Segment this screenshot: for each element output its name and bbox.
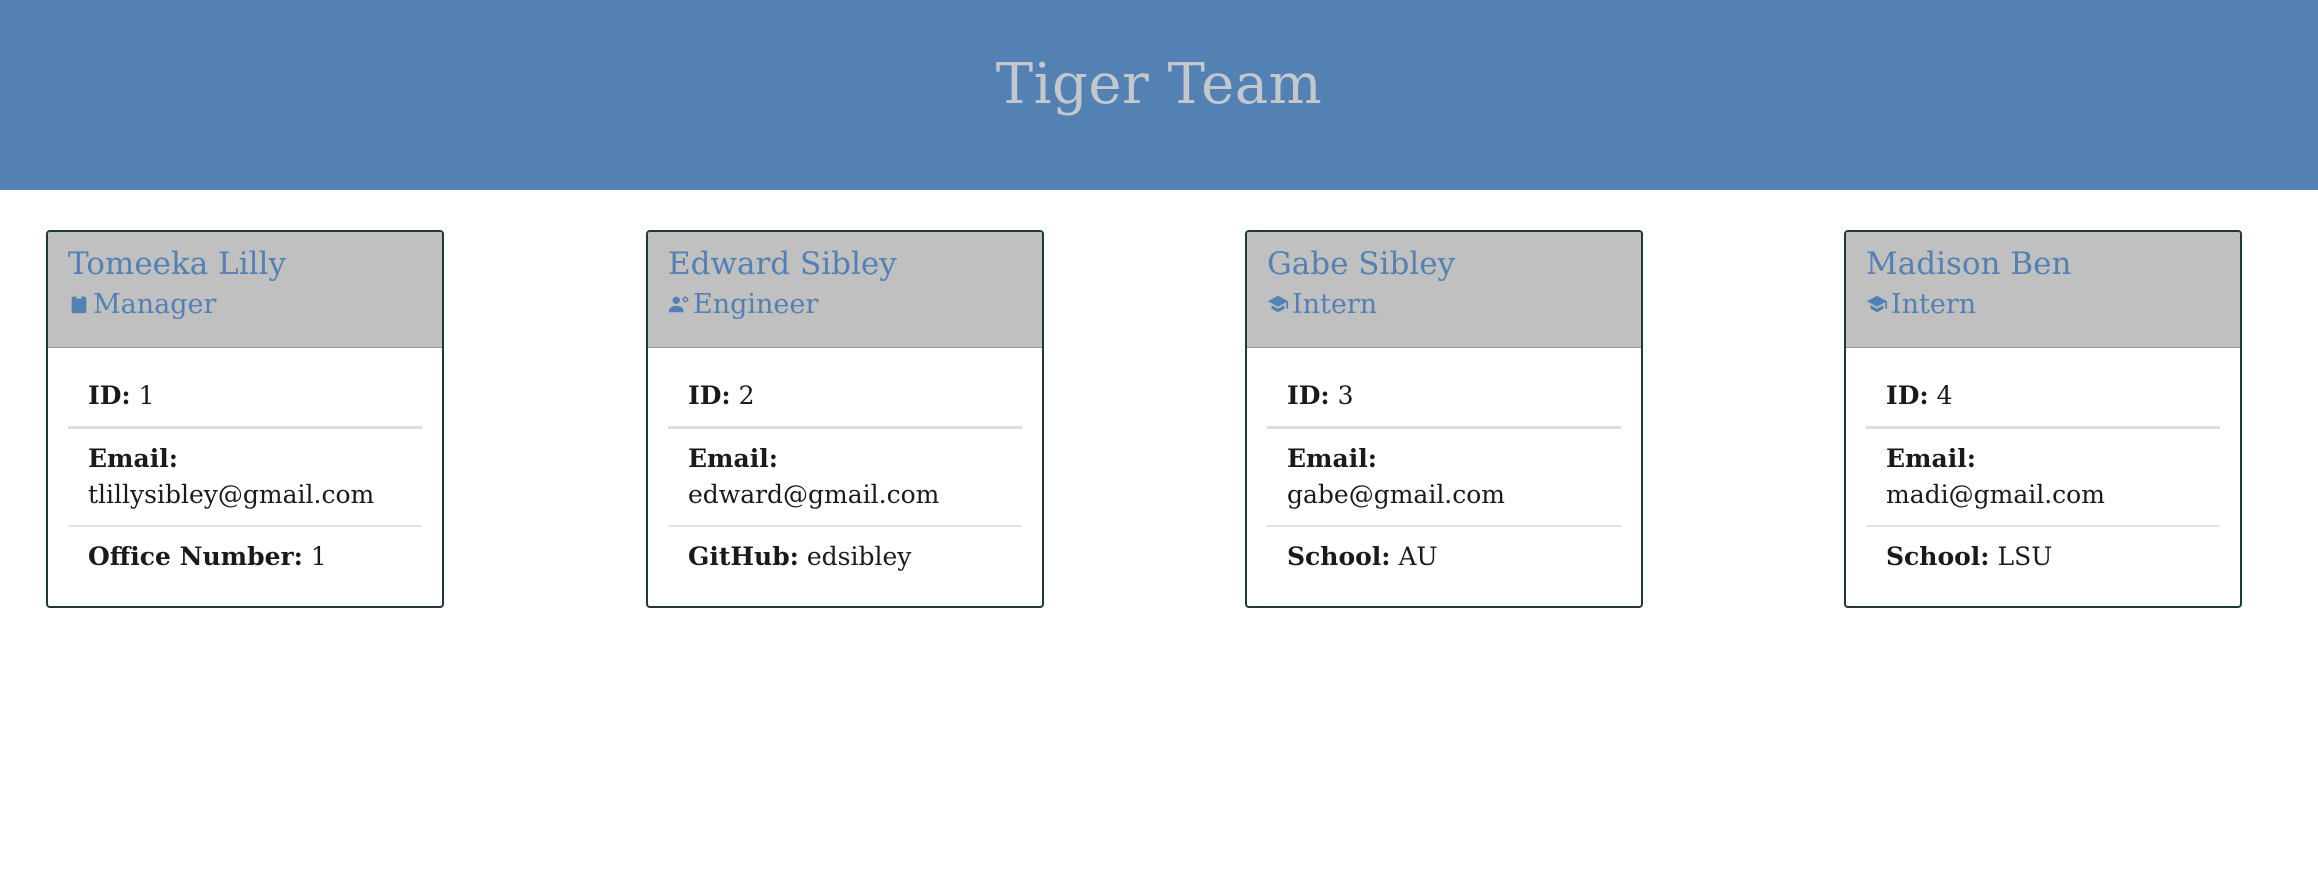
email-label: Email: — [1886, 444, 1976, 473]
card-body: ID: 2 Email: edward@gmail.com GitHub: ed… — [648, 348, 1042, 587]
email-row: Email: tlillysibley@gmail.com — [68, 429, 422, 527]
clipboard-icon — [68, 293, 92, 317]
email-label: Email: — [88, 444, 178, 473]
employee-name: Gabe Sibley — [1267, 246, 1456, 282]
id-label: ID: — [1886, 381, 1929, 410]
graduation-cap-icon — [1267, 293, 1291, 317]
id-value: 4 — [1936, 381, 1953, 410]
school-row: School: LSU — [1866, 527, 2220, 587]
school-row: School: AU — [1267, 527, 1621, 587]
id-row: ID: 2 — [668, 366, 1022, 429]
email-link[interactable]: tlillysibley@gmail.com — [88, 480, 374, 509]
user-gear-icon — [668, 293, 692, 317]
school-label: School: — [1287, 542, 1391, 571]
employee-role: Manager — [68, 285, 422, 325]
email-label: Email: — [688, 444, 778, 473]
employee-card: Gabe Sibley Intern ID: 3 Email: gabe@gma… — [1245, 230, 1643, 608]
page-header: Tiger Team — [0, 0, 2318, 190]
card-body: ID: 1 Email: tlillysibley@gmail.com Offi… — [48, 348, 442, 587]
email-link[interactable]: gabe@gmail.com — [1287, 480, 1505, 509]
school-label: School: — [1886, 542, 1990, 571]
role-label: Engineer — [693, 289, 819, 320]
email-link[interactable]: madi@gmail.com — [1886, 480, 2105, 509]
card-header: Gabe Sibley Intern — [1247, 232, 1641, 348]
page-title: Tiger Team — [995, 51, 1323, 117]
employee-name: Edward Sibley — [668, 246, 897, 282]
office-number-label: Office Number: — [88, 542, 303, 571]
role-label: Intern — [1891, 289, 1977, 320]
id-value: 3 — [1337, 381, 1354, 410]
card-header: Madison Ben Intern — [1846, 232, 2240, 348]
employee-card: Madison Ben Intern ID: 4 Email: madi@gma… — [1844, 230, 2242, 608]
id-value: 1 — [138, 381, 155, 410]
email-row: Email: edward@gmail.com — [668, 429, 1022, 527]
card-header: Edward Sibley Engineer — [648, 232, 1042, 348]
card-body: ID: 4 Email: madi@gmail.com School: LSU — [1846, 348, 2240, 587]
github-label: GitHub: — [688, 542, 799, 571]
employee-name: Madison Ben — [1866, 246, 2072, 282]
id-label: ID: — [88, 381, 131, 410]
graduation-cap-icon — [1866, 293, 1890, 317]
email-link[interactable]: edward@gmail.com — [688, 480, 939, 509]
employee-name: Tomeeka Lilly — [68, 246, 286, 282]
school-value: AU — [1398, 542, 1438, 571]
role-label: Manager — [93, 289, 217, 320]
email-label: Email: — [1287, 444, 1377, 473]
role-label: Intern — [1292, 289, 1378, 320]
id-row: ID: 1 — [68, 366, 422, 429]
card-body: ID: 3 Email: gabe@gmail.com School: AU — [1247, 348, 1641, 587]
id-value: 2 — [738, 381, 755, 410]
id-row: ID: 4 — [1866, 366, 2220, 429]
id-label: ID: — [1287, 381, 1330, 410]
school-value: LSU — [1997, 542, 2053, 571]
card-header: Tomeeka Lilly Manager — [48, 232, 442, 348]
office-number-value: 1 — [310, 542, 327, 571]
employee-role: Intern — [1267, 285, 1621, 325]
email-row: Email: gabe@gmail.com — [1267, 429, 1621, 527]
id-label: ID: — [688, 381, 731, 410]
id-row: ID: 3 — [1267, 366, 1621, 429]
github-row: GitHub: edsibley — [668, 527, 1022, 587]
email-row: Email: madi@gmail.com — [1866, 429, 2220, 527]
employee-card: Tomeeka Lilly Manager ID: 1 Email: tlill… — [46, 230, 444, 608]
employee-role: Intern — [1866, 285, 2220, 325]
office-number-row: Office Number: 1 — [68, 527, 422, 587]
employee-role: Engineer — [668, 285, 1022, 325]
employee-card: Edward Sibley Engineer ID: 2 Email: edwa… — [646, 230, 1044, 608]
github-link[interactable]: edsibley — [807, 542, 912, 571]
